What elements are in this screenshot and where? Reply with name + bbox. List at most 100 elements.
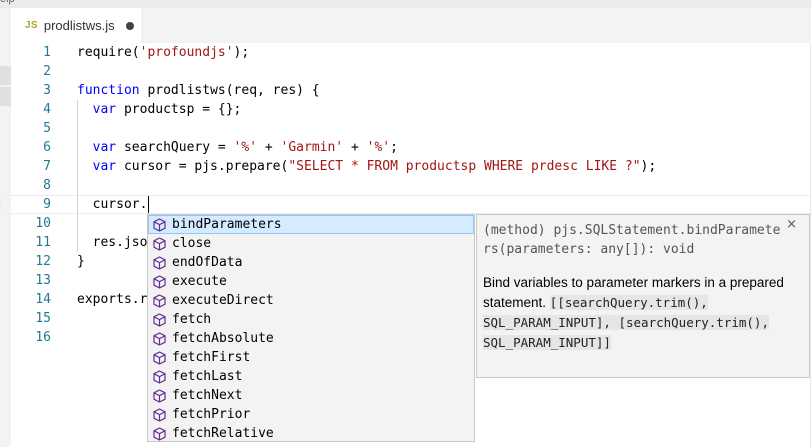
code-token: ); xyxy=(640,159,657,174)
line-number: 4 xyxy=(43,102,51,117)
suggestion-label: fetchFirst xyxy=(172,350,251,365)
line-number: 8 xyxy=(43,178,51,193)
line-number: 6 xyxy=(43,140,51,155)
suggestion-details: (method) pjs.SQLStatement.bindParameters… xyxy=(476,214,810,378)
suggestion-item[interactable]: fetchRelative xyxy=(148,424,474,442)
line-number: 10 xyxy=(35,216,51,231)
indent-guide xyxy=(77,176,78,195)
method-cube-icon xyxy=(151,312,167,328)
line-number: 12 xyxy=(35,254,51,269)
indent-guide xyxy=(77,157,78,176)
keyword-token: function xyxy=(77,83,140,98)
method-cube-icon xyxy=(151,217,167,233)
keyword-token: var xyxy=(92,102,117,117)
code-line: var productsp = {}; xyxy=(77,100,811,119)
suggestion-item[interactable]: endOfData xyxy=(148,253,474,272)
code-token: } xyxy=(77,254,85,269)
gutter-marker xyxy=(0,87,11,106)
code-token: + xyxy=(343,140,367,155)
indent-guide xyxy=(77,214,78,233)
suggestion-item[interactable]: fetch xyxy=(148,310,474,329)
gutter-marker xyxy=(0,66,11,85)
code-token: searchQuery = xyxy=(116,140,234,155)
method-cube-icon xyxy=(151,426,167,442)
indent-guide xyxy=(77,195,78,214)
suggestion-item[interactable]: execute xyxy=(148,272,474,291)
indent-guide xyxy=(77,100,78,119)
suggestion-label: close xyxy=(172,236,212,251)
line-number: 5 xyxy=(43,121,51,136)
line-number: 2 xyxy=(43,64,51,79)
method-cube-icon xyxy=(151,350,167,366)
line-number: 3 xyxy=(43,83,51,98)
code-token: ; xyxy=(390,140,398,155)
method-signature: (method) pjs.SQLStatement.bindParameters… xyxy=(483,223,781,257)
suggestion-item[interactable]: executeDirect xyxy=(148,291,474,310)
line-number: 7 xyxy=(43,159,51,174)
method-cube-icon xyxy=(151,255,167,271)
close-details-icon[interactable]: × xyxy=(786,217,797,232)
editor-tab[interactable]: JS prodlistws.js xyxy=(11,8,141,43)
code-line: require('profoundjs'); xyxy=(77,43,811,62)
code-line: function prodlistws(req, res) { xyxy=(77,81,811,100)
indent-guide xyxy=(77,138,78,157)
suggestion-label: fetchRelative xyxy=(172,426,274,441)
method-cube-icon xyxy=(151,274,167,290)
code-line xyxy=(77,119,811,138)
suggestion-label: bindParameters xyxy=(172,217,282,232)
tab-filename: prodlistws.js xyxy=(43,18,115,33)
suggestion-label: fetchLast xyxy=(172,369,243,384)
string-token: 'profoundjs' xyxy=(139,45,234,60)
code-token: require( xyxy=(77,45,140,60)
suggestion-item[interactable]: close xyxy=(148,234,474,253)
method-cube-icon xyxy=(151,369,167,385)
code-token: cursor = pjs.prepare( xyxy=(116,159,289,174)
suggestion-item[interactable]: fetchFirst xyxy=(148,348,474,367)
method-documentation: Bind variables to parameter markers in a… xyxy=(483,273,803,353)
suggestion-item[interactable]: fetchPrior xyxy=(148,405,474,424)
string-token: "SELECT * FROM productsp WHERE prdesc LI… xyxy=(288,159,641,174)
suggestion-item[interactable]: fetchAbsolute xyxy=(148,329,474,348)
line-number: 14 xyxy=(35,292,51,307)
suggestion-item[interactable]: fetchNext xyxy=(148,386,474,405)
code-token: res.jso xyxy=(77,235,148,250)
suggestion-label: endOfData xyxy=(172,255,243,270)
keyword-token: var xyxy=(92,159,117,174)
string-token: '%' xyxy=(233,140,258,155)
code-line: var searchQuery = '%' + 'Garmin' + '%'; xyxy=(77,138,811,157)
suggestion-label: execute xyxy=(172,274,227,289)
line-number: 11 xyxy=(35,235,51,250)
suggestion-widget[interactable]: bindParameters close endOfData execute execu… xyxy=(147,214,475,442)
method-cube-icon xyxy=(151,407,167,423)
dirty-dot-icon[interactable] xyxy=(125,21,134,30)
code-line: cursor. xyxy=(0,195,811,214)
javascript-file-icon: JS xyxy=(25,20,38,31)
title-bar: elp xyxy=(0,0,811,8)
menu-fragment: elp xyxy=(0,0,15,5)
suggestion-item[interactable]: fetchLast xyxy=(148,367,474,386)
indent-guide xyxy=(77,233,78,252)
code-token: cursor. xyxy=(77,197,148,212)
indent-guide xyxy=(77,119,78,138)
string-token: 'Garmin' xyxy=(280,140,344,155)
suggestion-label: fetchNext xyxy=(172,388,243,403)
code-line xyxy=(77,176,811,195)
string-token: '%' xyxy=(366,140,391,155)
suggestion-label: fetchPrior xyxy=(172,407,251,422)
code-token: ); xyxy=(233,45,250,60)
suggestion-label: executeDirect xyxy=(172,293,274,308)
code-token: productsp = {}; xyxy=(116,102,242,117)
code-line: var cursor = pjs.prepare("SELECT * FROM … xyxy=(77,157,811,176)
activity-strip xyxy=(0,43,11,447)
suggestion-item[interactable]: bindParameters xyxy=(148,215,474,234)
code-token: exports.r xyxy=(77,292,148,307)
method-cube-icon xyxy=(151,388,167,404)
line-number: 1 xyxy=(43,45,51,60)
code-token: prodlistws(req, res) { xyxy=(139,83,320,98)
line-number: 13 xyxy=(35,273,51,288)
suggestion-label: fetchAbsolute xyxy=(172,331,274,346)
